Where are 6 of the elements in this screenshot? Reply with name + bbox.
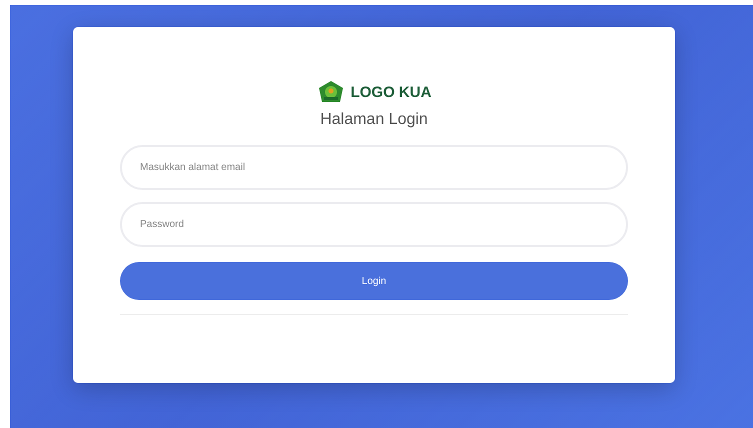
logo-text: LOGO KUA [350,84,432,100]
input-field[interactable]: Masukkan alamat email [120,145,628,190]
page-title: Halaman Login [320,111,428,129]
input-field[interactable]: Password [120,202,628,247]
login-button[interactable]: Login [120,262,628,300]
emblem-icon [316,80,345,104]
